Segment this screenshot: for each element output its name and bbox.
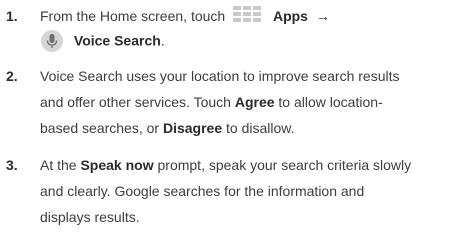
step-number: 2. (6, 68, 18, 84)
step-text: From the Home screen, touch (40, 8, 226, 24)
step-text: and clearly. Google searches for the inf… (40, 183, 365, 199)
step-number: 1. (6, 8, 18, 24)
step-text: prompt, speak your search criteria slowl… (153, 157, 412, 173)
step-text: to allow location- (274, 94, 383, 110)
step-2-line-2: and offer other services. Touch Agree to… (40, 94, 383, 110)
step-2-line-1: Voice Search uses your location to impro… (40, 68, 400, 84)
step-text: and offer other services. Touch (40, 94, 235, 110)
apps-grid-icon (233, 6, 263, 24)
step-text: based searches, or (40, 120, 163, 136)
step-text: Voice Search uses your location to impro… (40, 68, 400, 84)
step-text: At the (40, 157, 81, 173)
agree-label: Agree (234, 94, 275, 110)
step-3-line-1: At the Speak now prompt, speak your sear… (40, 157, 411, 173)
step-text: displays results. (40, 209, 140, 225)
step-2-line-3: based searches, or Disagree to disallow. (40, 120, 295, 136)
step-number: 3. (6, 157, 18, 173)
voice-search-label: Voice Search (73, 32, 161, 49)
step-text: . (160, 32, 165, 49)
arrow-glyph: → (315, 8, 330, 24)
step-text: to disallow. (222, 120, 295, 136)
step-1-line-1: From the Home screen, touch Apps → (40, 6, 330, 26)
step-3-line-3: displays results. (40, 209, 140, 225)
step-3-line-2: and clearly. Google searches for the inf… (40, 183, 364, 199)
disagree-label: Disagree (162, 120, 223, 136)
microphone-icon (40, 29, 64, 53)
apps-label: Apps (272, 8, 308, 24)
speak-now-label: Speak now (80, 157, 154, 173)
step-1-line-2: Voice Search. (40, 30, 165, 54)
